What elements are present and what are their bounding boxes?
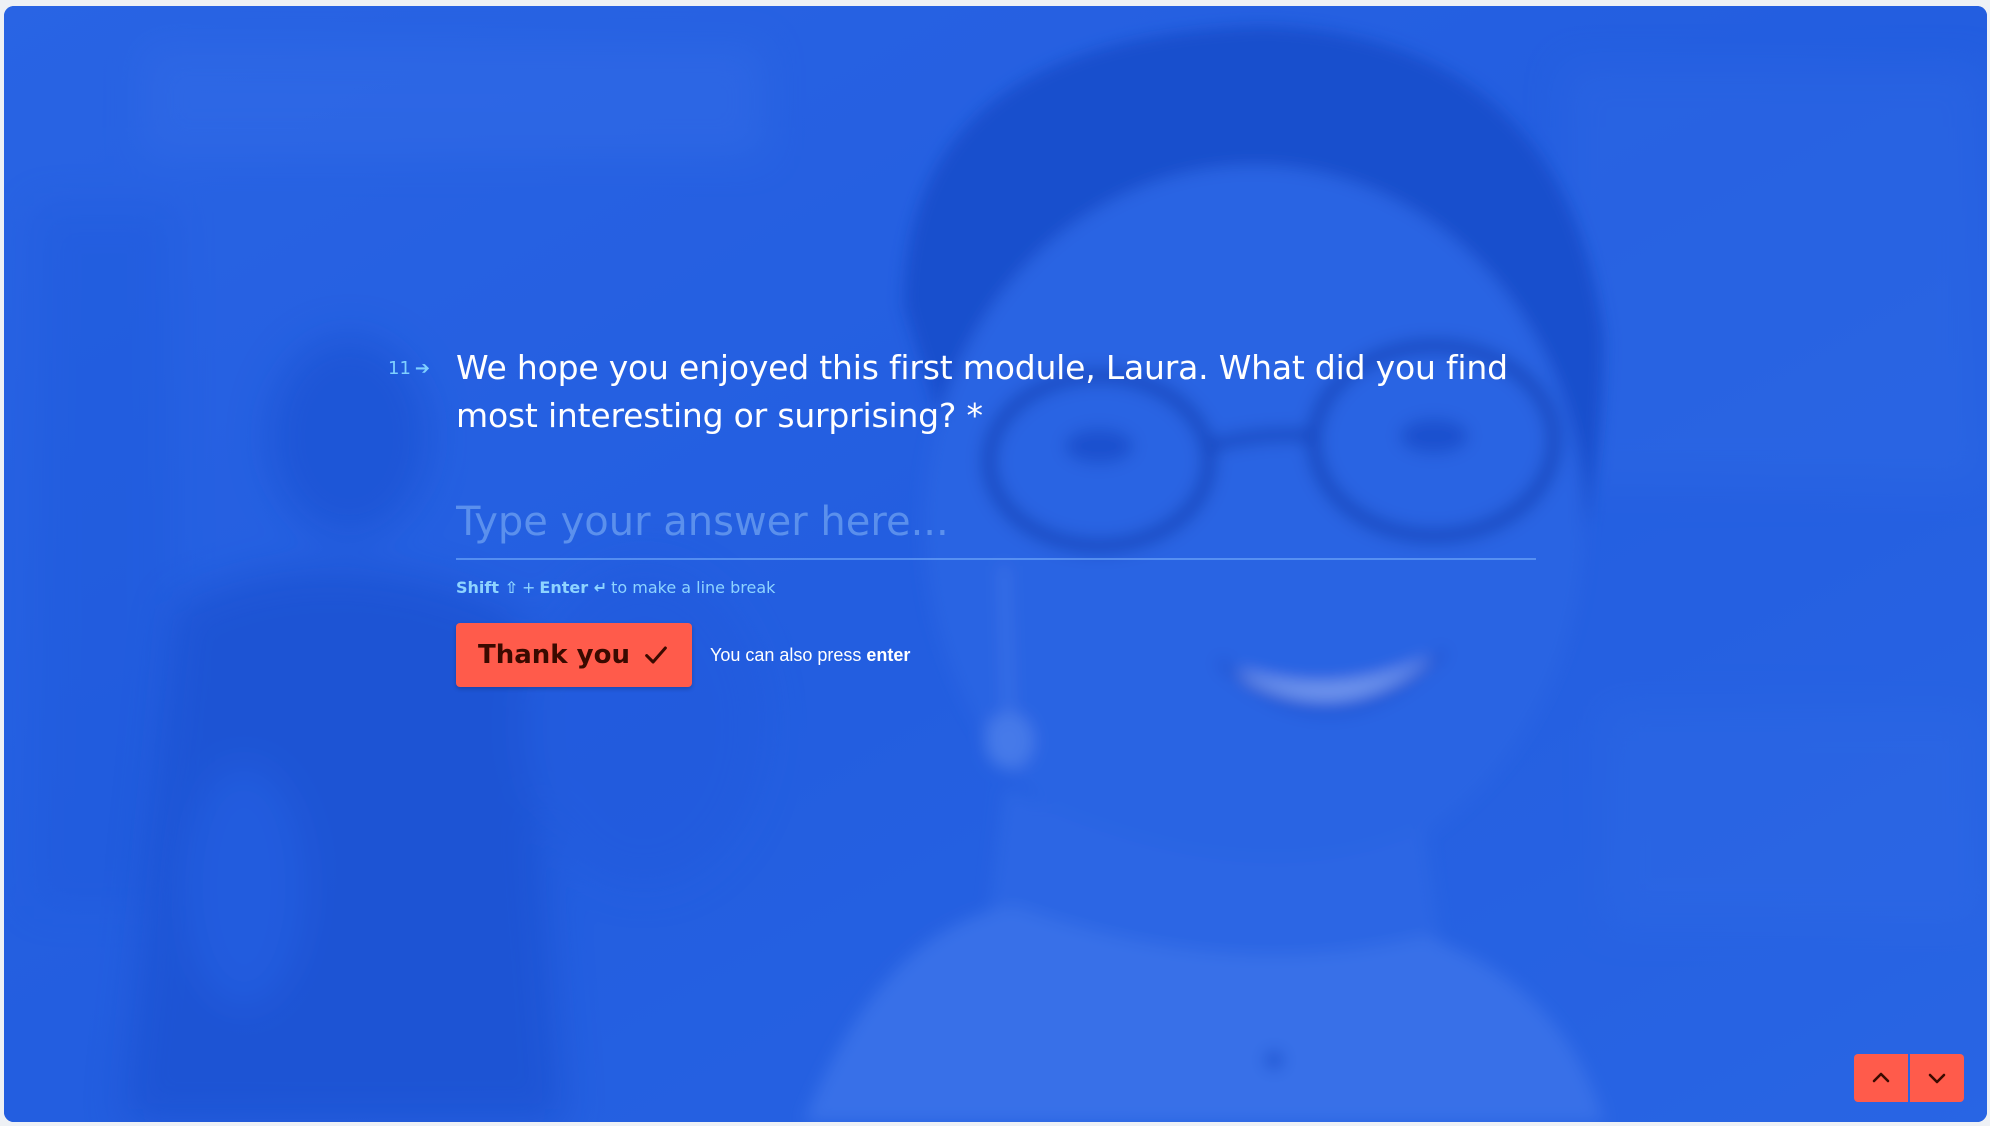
- check-icon: [645, 646, 667, 664]
- press-hint-prefix: You can also press: [709, 644, 862, 665]
- hint-enter-key: Enter ↵: [539, 578, 608, 597]
- arrow-right-icon: ➔: [414, 358, 430, 379]
- previous-question-button[interactable]: [1854, 1054, 1908, 1102]
- question-number: 11 ➔: [388, 358, 430, 379]
- hint-shift-key: Shift ⇧: [456, 578, 518, 597]
- submit-button[interactable]: Thank you: [456, 623, 692, 687]
- blue-overlay: [4, 6, 1987, 1122]
- navigation-controls: [1854, 1054, 1964, 1102]
- press-hint-key: enter: [866, 644, 911, 665]
- question-text: We hope you enjoyed this first module, L…: [456, 348, 1508, 435]
- chevron-down-icon: [1928, 1073, 1946, 1084]
- chevron-up-icon: [1872, 1072, 1890, 1083]
- answer-input[interactable]: [456, 486, 1536, 560]
- hint-suffix: to make a line break: [611, 578, 776, 597]
- submit-row: Thank you You can also press enter: [456, 623, 910, 687]
- submit-label: Thank you: [478, 640, 630, 670]
- next-question-button[interactable]: [1910, 1054, 1964, 1102]
- hint-plus: +: [521, 578, 536, 597]
- question-number-label: 11: [388, 358, 411, 379]
- line-break-hint: Shift ⇧ + Enter ↵ to make a line break: [456, 578, 775, 597]
- form-frame: [4, 6, 1987, 1122]
- press-enter-hint: You can also press enter: [710, 645, 910, 666]
